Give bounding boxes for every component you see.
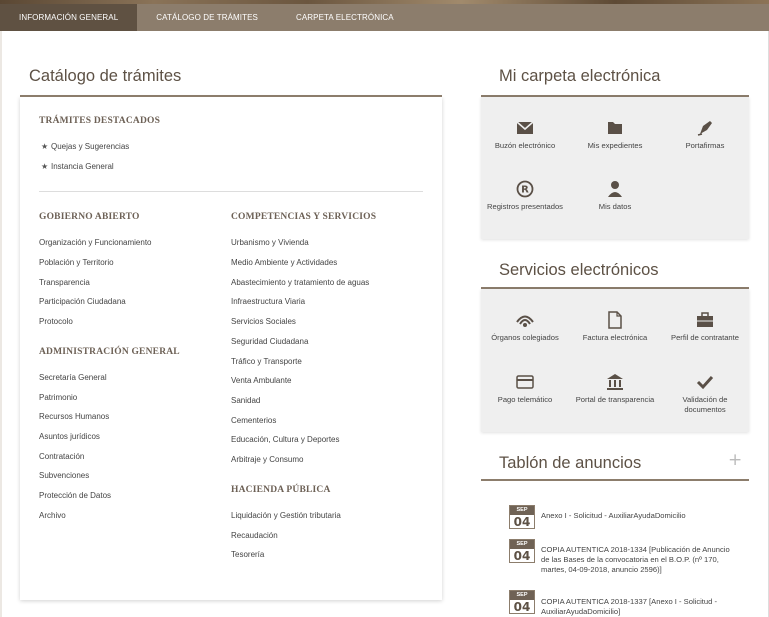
tile-validacion[interactable]: Validación de documentos [661, 373, 749, 415]
briefcase-icon [695, 311, 715, 329]
star-icon: ★ [41, 162, 49, 171]
date-day: 04 [513, 600, 531, 614]
link-subvenciones[interactable]: Subvenciones [39, 471, 89, 480]
tile-label: Pago telemático [497, 395, 553, 404]
link-secretaria[interactable]: Secretaría General [39, 373, 107, 382]
pen-icon [695, 119, 715, 137]
top-navigation: INFORMACIÓN GENERAL CATÁLOGO DE TRÁMITES… [0, 4, 769, 31]
link-patrimonio[interactable]: Patrimonio [39, 393, 77, 402]
tab-informacion-general[interactable]: INFORMACIÓN GENERAL [0, 4, 138, 31]
gobierno-abierto-heading: GOBIERNO ABIERTO [39, 212, 140, 222]
link-sanidad[interactable]: Sanidad [231, 396, 260, 405]
tile-label: Órganos colegiados [491, 333, 559, 342]
link-servicios-sociales[interactable]: Servicios Sociales [231, 317, 296, 326]
document-icon [605, 311, 625, 329]
tile-label: Portal de transparencia [575, 395, 655, 404]
link-participacion[interactable]: Participación Ciudadana [39, 297, 126, 306]
tile-label: Buzón electrónico [494, 141, 556, 150]
left-edge [0, 31, 2, 617]
tile-label: Mis expedientes [587, 141, 643, 150]
tile-buzon[interactable]: Buzón electrónico [481, 119, 569, 151]
add-notice-button[interactable]: + [728, 450, 742, 470]
link-organizacion[interactable]: Organización y Funcionamiento [39, 238, 152, 247]
tile-label: Factura electrónica [582, 333, 648, 342]
tile-factura[interactable]: Factura electrónica [571, 311, 659, 343]
signal-icon [515, 311, 535, 329]
svg-text:R: R [521, 185, 529, 196]
tab-catalogo-tramites[interactable]: CATÁLOGO DE TRÁMITES [137, 4, 277, 31]
featured-link-label: Instancia General [51, 162, 114, 171]
catalog-title: Catálogo de trámites [29, 67, 182, 85]
link-transparencia[interactable]: Transparencia [39, 278, 90, 287]
featured-link-label: Quejas y Sugerencias [51, 142, 130, 151]
user-icon [605, 180, 625, 198]
link-venta-ambulante[interactable]: Venta Ambulante [231, 376, 292, 385]
checkmark-icon [695, 373, 715, 391]
date-day: 04 [513, 515, 531, 529]
featured-heading: TRÁMITES DESTACADOS [39, 116, 161, 126]
date-badge: SEP 04 [509, 590, 535, 614]
carpeta-title: Mi carpeta electrónica [499, 67, 661, 85]
link-protocolo[interactable]: Protocolo [39, 317, 73, 326]
link-liquidacion[interactable]: Liquidación y Gestión tributaria [231, 511, 341, 520]
date-month: SEP [510, 591, 534, 600]
star-icon: ★ [41, 142, 49, 151]
featured-link-quejas[interactable]: ★ Quejas y Sugerencias [41, 142, 129, 151]
notice-text[interactable]: COPIA AUTENTICA 2018-1334 [Publicación d… [541, 545, 731, 575]
link-cementerios[interactable]: Cementerios [231, 416, 276, 425]
competencias-heading: COMPETENCIAS Y SERVICIOS [231, 212, 377, 222]
date-badge: SEP 04 [509, 505, 535, 529]
tile-label: Mis datos [598, 202, 632, 211]
link-infraestructura[interactable]: Infraestructura Viaria [231, 297, 305, 306]
tile-pago-telematico[interactable]: Pago telemático [481, 373, 569, 405]
tile-label: Registros presentados [487, 202, 563, 211]
tile-portal-transparencia[interactable]: Portal de transparencia [571, 373, 659, 405]
notice-text[interactable]: Anexo I - Solicitud - AuxiliarAyudaDomic… [541, 511, 731, 521]
date-day: 04 [513, 549, 531, 563]
link-abastecimiento[interactable]: Abastecimiento y tratamiento de aguas [231, 278, 369, 287]
envelope-icon [515, 119, 535, 137]
link-educacion[interactable]: Educación, Cultura y Deportes [231, 435, 340, 444]
tile-expedientes[interactable]: Mis expedientes [571, 119, 659, 151]
link-seguridad[interactable]: Seguridad Ciudadana [231, 337, 308, 346]
date-month: SEP [510, 540, 534, 549]
link-recaudacion[interactable]: Recaudación [231, 531, 278, 540]
tablon-title: Tablón de anuncios [499, 454, 642, 472]
notice-text[interactable]: COPIA AUTENTICA 2018-1337 [Anexo I - Sol… [541, 597, 731, 617]
tile-label: Perfil de contratante [671, 333, 739, 342]
tile-mis-datos[interactable]: Mis datos [571, 180, 659, 212]
tile-organos[interactable]: Órganos colegiados [481, 311, 569, 343]
link-recursos-humanos[interactable]: Recursos Humanos [39, 412, 109, 421]
link-poblacion[interactable]: Población y Territorio [39, 258, 114, 267]
link-archivo[interactable]: Archivo [39, 511, 66, 520]
tile-label: Validación de documentos [682, 395, 728, 414]
link-medio-ambiente[interactable]: Medio Ambiente y Actividades [231, 258, 337, 267]
catalog-divider [39, 191, 423, 192]
tile-registros[interactable]: R Registros presentados [481, 180, 569, 212]
link-urbanismo[interactable]: Urbanismo y Vivienda [231, 238, 309, 247]
tile-portafirmas[interactable]: Portafirmas [661, 119, 749, 151]
link-proteccion-datos[interactable]: Protección de Datos [39, 491, 111, 500]
credit-card-icon [515, 373, 535, 391]
registered-icon: R [515, 180, 535, 198]
hacienda-heading: HACIENDA PÚBLICA [231, 485, 331, 495]
link-tesoreria[interactable]: Tesorería [231, 550, 264, 559]
link-asuntos-juridicos[interactable]: Asuntos jurídicos [39, 432, 100, 441]
tile-label: Portafirmas [685, 141, 725, 150]
catalog-title-rule [20, 95, 442, 97]
link-arbitraje[interactable]: Arbitraje y Consumo [231, 455, 303, 464]
administracion-general-heading: ADMINISTRACIÓN GENERAL [39, 347, 180, 357]
tab-carpeta-electronica[interactable]: CARPETA ELECTRÓNICA [277, 4, 413, 31]
link-trafico[interactable]: Tráfico y Transporte [231, 357, 302, 366]
institution-icon [605, 373, 625, 391]
folder-icon [605, 119, 625, 137]
link-contratacion[interactable]: Contratación [39, 452, 84, 461]
featured-link-instancia[interactable]: ★ Instancia General [41, 162, 114, 171]
tile-perfil-contratante[interactable]: Perfil de contratante [661, 311, 749, 343]
date-badge: SEP 04 [509, 539, 535, 563]
servicios-title: Servicios electrónicos [499, 261, 659, 279]
date-month: SEP [510, 506, 534, 515]
